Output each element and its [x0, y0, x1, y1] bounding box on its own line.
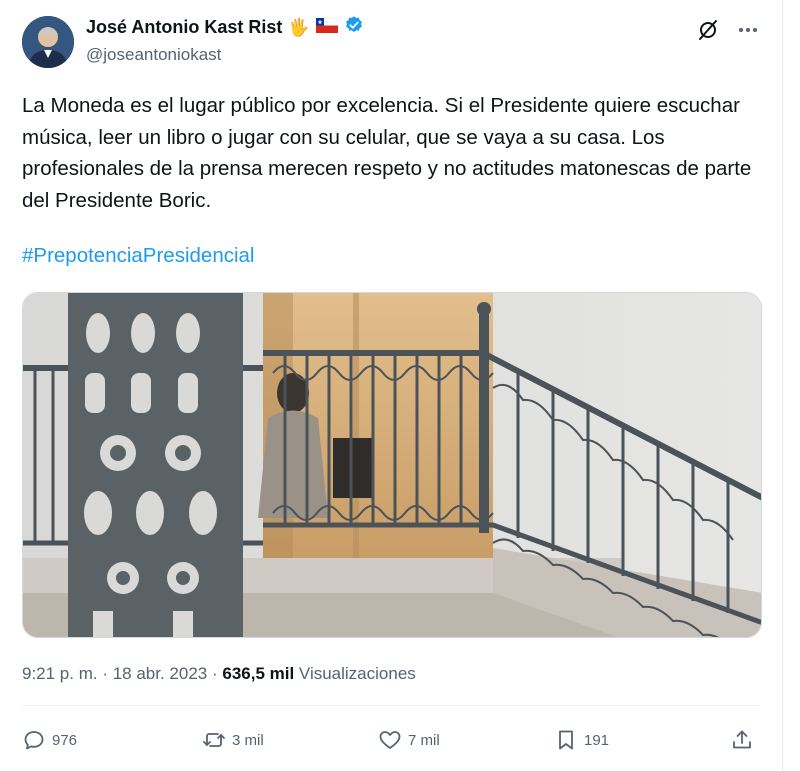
repost-button[interactable]: 3 mil — [202, 728, 264, 752]
bookmark-count: 191 — [584, 731, 610, 749]
reply-button[interactable]: 976 — [22, 728, 77, 752]
tweet-card: José Antonio Kast Rist 🖐 @joseantoniokas… — [0, 0, 783, 771]
repost-count: 3 mil — [232, 731, 264, 749]
share-button[interactable] — [730, 728, 754, 752]
top-right-actions — [696, 18, 760, 47]
tweet-date[interactable]: 18 abr. 2023 — [113, 664, 208, 683]
bookmark-button[interactable]: 191 — [554, 728, 609, 752]
divider — [22, 705, 760, 706]
tweet-text: La Moneda es el lugar público por excele… — [22, 94, 752, 212]
views-label: Visualizaciones — [294, 664, 416, 683]
author-handle[interactable]: @joseantoniokast — [86, 45, 221, 65]
grok-icon[interactable] — [696, 18, 720, 47]
views-count: 636,5 mil — [222, 664, 295, 683]
tweet-photo[interactable] — [22, 292, 762, 638]
bookmark-icon — [559, 730, 573, 750]
more-options-icon[interactable] — [736, 18, 760, 47]
avatar[interactable] — [22, 16, 74, 68]
chile-flag-icon — [315, 17, 338, 38]
share-icon — [733, 730, 751, 749]
like-count: 7 mil — [408, 731, 440, 749]
tweet-time[interactable]: 9:21 p. m. — [22, 664, 98, 683]
reply-count: 976 — [52, 731, 78, 749]
author-name[interactable]: José Antonio Kast Rist — [86, 17, 282, 38]
action-bar: 976 3 mil 7 mil 191 — [22, 728, 762, 760]
like-button[interactable]: 7 mil — [378, 728, 440, 752]
hashtag-link[interactable]: #PrepotenciaPresidencial — [22, 244, 254, 268]
tweet-meta: 9:21 p. m. · 18 abr. 2023 · 636,5 mil Vi… — [22, 664, 416, 683]
author-name-row: José Antonio Kast Rist 🖐 — [86, 15, 364, 40]
reply-icon — [24, 731, 44, 750]
raised-hand-icon: 🖐 — [288, 17, 310, 37]
verified-badge-icon — [344, 15, 364, 40]
repost-icon — [203, 733, 225, 747]
heart-icon — [379, 731, 401, 749]
